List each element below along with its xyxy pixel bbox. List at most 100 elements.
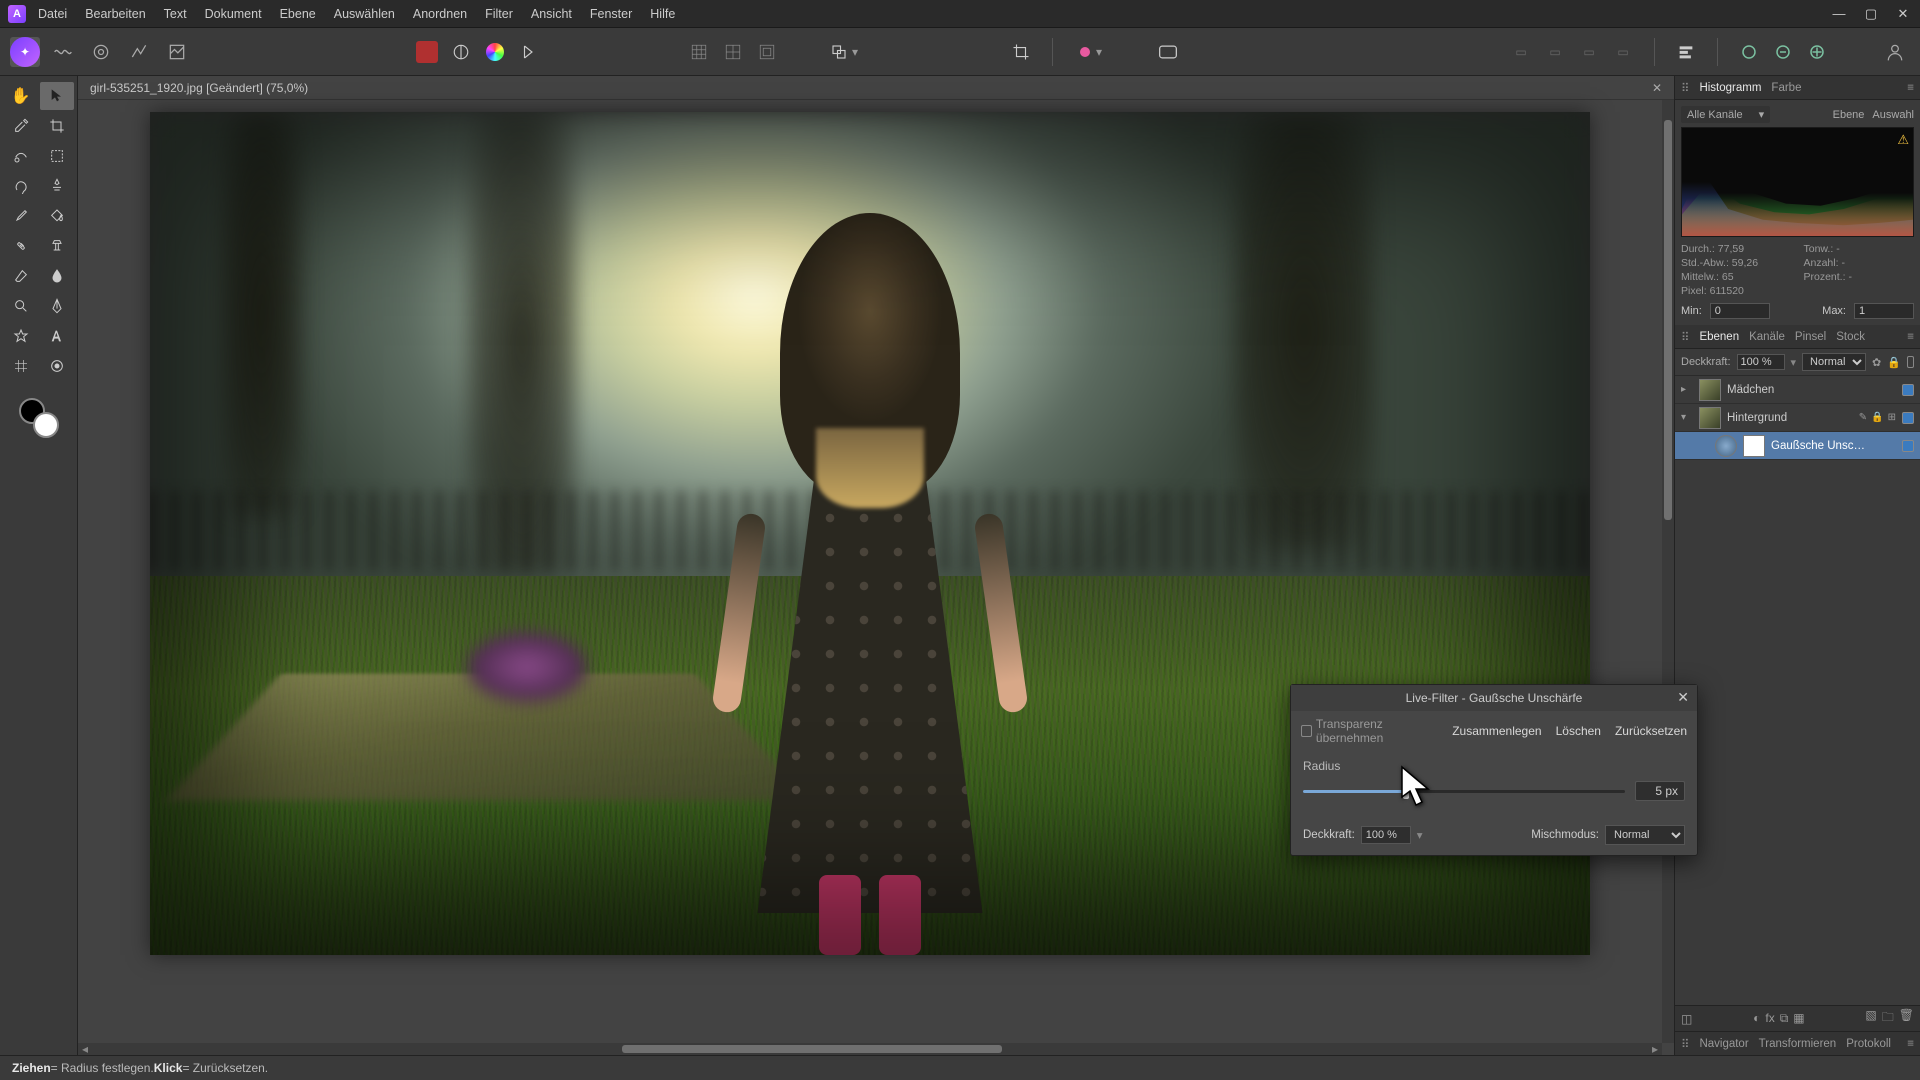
- auto-colors[interactable]: [480, 37, 510, 67]
- menu-arrange[interactable]: Anordnen: [413, 7, 467, 21]
- minimize-button[interactable]: —: [1830, 6, 1848, 22]
- scope-selection[interactable]: Auswahl: [1872, 109, 1914, 121]
- preview-mode[interactable]: [1153, 37, 1183, 67]
- tab-history[interactable]: Protokoll: [1846, 1038, 1891, 1050]
- delete-button[interactable]: Löschen: [1556, 724, 1601, 738]
- link-icon[interactable]: ✎: [1859, 412, 1867, 423]
- histogram-panel-menu[interactable]: ≡: [1907, 82, 1914, 94]
- close-window-button[interactable]: ✕: [1894, 6, 1912, 22]
- collapse-icon[interactable]: ▾: [1681, 412, 1693, 423]
- menu-window[interactable]: Fenster: [590, 7, 632, 21]
- healing-tool[interactable]: [4, 232, 38, 260]
- arrange-1[interactable]: ▭: [1506, 37, 1536, 67]
- assistant-toggle[interactable]: ▾: [1069, 37, 1113, 67]
- menu-view[interactable]: Ansicht: [531, 7, 572, 21]
- horizontal-scrollbar[interactable]: ◂▸: [78, 1043, 1662, 1055]
- persona-develop[interactable]: [86, 37, 116, 67]
- paint-brush-tool[interactable]: [4, 202, 38, 230]
- layer-visible-checkbox[interactable]: [1902, 412, 1914, 424]
- histogram-min-input[interactable]: [1710, 303, 1770, 319]
- channel-select[interactable]: Alle Kanäle▾: [1681, 106, 1770, 123]
- blend-mode-select[interactable]: Normal: [1802, 353, 1866, 371]
- mesh-tool[interactable]: [4, 352, 38, 380]
- live-filter-dialog[interactable]: Live-Filter - Gaußsche Unschärfe ✕ Trans…: [1290, 684, 1698, 856]
- reset-button[interactable]: Zurücksetzen: [1615, 724, 1687, 738]
- auto-white-balance[interactable]: [514, 37, 544, 67]
- layer-visible-checkbox[interactable]: [1902, 440, 1914, 452]
- menu-filter[interactable]: Filter: [485, 7, 513, 21]
- merge-button[interactable]: Zusammenlegen: [1452, 724, 1541, 738]
- align-button[interactable]: [1671, 37, 1701, 67]
- layer-hintergrund[interactable]: ▾ Hintergrund ✎🔒⊞: [1675, 404, 1920, 432]
- menu-document[interactable]: Dokument: [205, 7, 262, 21]
- layer-visible-checkbox[interactable]: [1902, 384, 1914, 396]
- radius-slider-knob[interactable]: [1403, 783, 1409, 799]
- auto-levels[interactable]: [446, 37, 476, 67]
- preserve-alpha-checkbox[interactable]: Transparenz übernehmen: [1301, 717, 1438, 745]
- foreground-color[interactable]: [33, 412, 59, 438]
- group-button[interactable]: 🗀: [1882, 1008, 1894, 1029]
- close-document-button[interactable]: ✕: [1652, 81, 1662, 95]
- crop-tool[interactable]: [40, 112, 74, 140]
- text-tool[interactable]: [40, 322, 74, 350]
- layer-lock-icon[interactable]: 🔒: [1887, 356, 1901, 369]
- dialog-close-button[interactable]: ✕: [1677, 689, 1689, 706]
- tab-stock[interactable]: Stock: [1836, 331, 1865, 343]
- sync-1[interactable]: [1734, 37, 1764, 67]
- arrange-3[interactable]: ▭: [1574, 37, 1604, 67]
- lock-icon[interactable]: 🔒: [1871, 412, 1883, 423]
- live-filter-button[interactable]: ⧉: [1780, 1011, 1789, 1026]
- menu-help[interactable]: Hilfe: [650, 7, 675, 21]
- color-picker-tool[interactable]: [4, 112, 38, 140]
- adjustment-button[interactable]: ◐: [1753, 1011, 1760, 1026]
- layer-gaussian-blur[interactable]: Gaußsche Unsc…: [1675, 432, 1920, 460]
- fx-button[interactable]: fx: [1765, 1011, 1774, 1026]
- flood-select-tool[interactable]: [40, 172, 74, 200]
- tab-histogram[interactable]: Histogramm: [1699, 82, 1761, 94]
- radius-value[interactable]: 5 px: [1635, 781, 1685, 801]
- sync-3[interactable]: [1802, 37, 1832, 67]
- document-tab[interactable]: girl-535251_1920.jpg [Geändert] (75,0%) …: [78, 76, 1674, 100]
- freehand-select-tool[interactable]: [4, 172, 38, 200]
- arrange-4[interactable]: ▭: [1608, 37, 1638, 67]
- fx-icon[interactable]: ⊞: [1888, 412, 1896, 423]
- dialog-opacity-input[interactable]: [1361, 826, 1411, 844]
- erase-tool[interactable]: [4, 262, 38, 290]
- persona-tone[interactable]: [124, 37, 154, 67]
- menu-select[interactable]: Auswählen: [334, 7, 395, 21]
- vertical-scrollbar[interactable]: [1662, 100, 1674, 1043]
- menu-layer[interactable]: Ebene: [280, 7, 316, 21]
- tab-brushes[interactable]: Pinsel: [1795, 331, 1826, 343]
- expand-icon[interactable]: ▸: [1681, 384, 1693, 395]
- swatch-red[interactable]: [412, 37, 442, 67]
- layers-panel-menu[interactable]: ≡: [1907, 331, 1914, 343]
- tab-transform[interactable]: Transformieren: [1759, 1038, 1837, 1050]
- mask-button[interactable]: ▦: [1793, 1011, 1804, 1026]
- pen-tool[interactable]: [40, 292, 74, 320]
- persona-liquify[interactable]: [48, 37, 78, 67]
- bottom-panel-menu[interactable]: ≡: [1907, 1038, 1914, 1050]
- clone-tool[interactable]: [40, 232, 74, 260]
- persona-photo[interactable]: ✦: [10, 37, 40, 67]
- account-button[interactable]: [1880, 37, 1910, 67]
- sync-2[interactable]: [1768, 37, 1798, 67]
- show-guides[interactable]: [718, 37, 748, 67]
- arrange-2[interactable]: ▭: [1540, 37, 1570, 67]
- show-margins[interactable]: [752, 37, 782, 67]
- color-swatches[interactable]: [19, 398, 59, 438]
- radius-slider[interactable]: [1303, 790, 1625, 793]
- layer-fx-icon[interactable]: ✿: [1872, 356, 1881, 369]
- tab-channels[interactable]: Kanäle: [1749, 331, 1785, 343]
- shape-tool[interactable]: [4, 322, 38, 350]
- canvas-viewport[interactable]: [78, 100, 1662, 1043]
- histogram-max-input[interactable]: [1854, 303, 1914, 319]
- scope-layer[interactable]: Ebene: [1833, 109, 1865, 121]
- hand-tool[interactable]: ✋: [4, 82, 38, 110]
- move-tool[interactable]: [40, 82, 74, 110]
- opacity-input[interactable]: [1737, 354, 1785, 370]
- snapping-toggle[interactable]: ▾: [822, 37, 866, 67]
- show-grid[interactable]: [684, 37, 714, 67]
- tab-color[interactable]: Farbe: [1771, 82, 1801, 94]
- menu-file[interactable]: Datei: [38, 7, 67, 21]
- persona-export[interactable]: [162, 37, 192, 67]
